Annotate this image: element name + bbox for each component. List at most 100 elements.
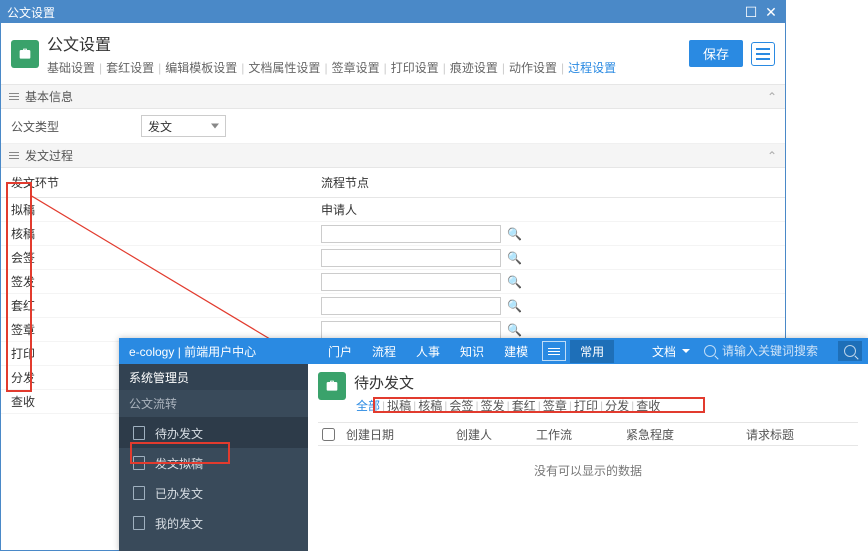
maximize-button[interactable]: ☐ xyxy=(743,4,759,20)
search-icon[interactable]: 🔍 xyxy=(507,227,522,241)
node-value: 申请人 xyxy=(321,201,775,218)
doc-type-select[interactable]: 发文 xyxy=(141,115,226,137)
chevron-up-icon[interactable]: ⌃ xyxy=(767,149,777,163)
search-icon[interactable]: 🔍 xyxy=(507,275,522,289)
col-workflow: 工作流 xyxy=(528,426,618,443)
grid-row: 套红🔍 xyxy=(1,294,785,318)
search-icon[interactable]: 🔍 xyxy=(507,299,522,313)
save-button[interactable]: 保存 xyxy=(689,40,743,67)
tab-7[interactable]: 动作设置 xyxy=(509,61,557,75)
content-title: 待办发文 xyxy=(354,372,662,393)
content-header: 待办发文 全部|拟稿|核稿|会签|签发|套红|签章|打印|分发|查收 xyxy=(318,372,858,414)
tab-8[interactable]: 过程设置 xyxy=(568,61,616,75)
no-data-text: 没有可以显示的数据 xyxy=(318,446,858,495)
node-input[interactable] xyxy=(321,225,501,243)
nav-item[interactable]: 人事 xyxy=(406,345,450,359)
sidebar-item-label: 待办发文 xyxy=(155,425,203,442)
doc-type-label: 公文类型 xyxy=(11,118,141,135)
document-icon xyxy=(133,486,145,500)
stage-label: 签发 xyxy=(11,273,321,290)
table-header: 创建日期 创建人 工作流 紧急程度 请求标题 xyxy=(318,422,858,446)
grid-col-node: 流程节点 xyxy=(321,174,369,191)
filter-tab[interactable]: 查收 xyxy=(636,399,660,413)
col-date: 创建日期 xyxy=(338,426,448,443)
nav-item[interactable]: 门户 xyxy=(318,345,362,359)
nav-item[interactable]: 流程 xyxy=(362,345,406,359)
filter-tab[interactable]: 套红 xyxy=(512,399,536,413)
dialog-titlebar: 公文设置 ☐ ✕ xyxy=(1,1,785,23)
section-process[interactable]: 发文过程 ⌃ xyxy=(1,144,785,168)
admin-name: 系统管理员 xyxy=(119,364,308,390)
close-button[interactable]: ✕ xyxy=(763,4,779,20)
grid-row: 核稿 🔍 xyxy=(1,222,785,246)
tab-6[interactable]: 痕迹设置 xyxy=(450,61,498,75)
stage-label: 会签 xyxy=(11,249,321,266)
tab-3[interactable]: 文档属性设置 xyxy=(248,61,320,75)
filter-tab[interactable]: 分发 xyxy=(605,399,629,413)
nav-doc-dropdown[interactable]: 文档 xyxy=(644,340,698,363)
tab-1[interactable]: 套红设置 xyxy=(106,61,154,75)
portal-main: 门户流程人事知识建模 常用 文档 待办发文 全部|拟稿|核稿|会签|签发|套红|… xyxy=(308,338,868,551)
portal-window: e-cology | 前端用户中心 系统管理员 公文流转 待办发文发文拟稿已办发… xyxy=(119,338,868,551)
grid-row: 签发 🔍 xyxy=(1,270,785,294)
content-tabs: 全部|拟稿|核稿|会签|签发|套红|签章|打印|分发|查收 xyxy=(354,397,662,414)
grid-header: 发文环节 流程节点 xyxy=(1,168,785,198)
section-basic[interactable]: 基本信息 ⌃ xyxy=(1,85,785,109)
node-input[interactable] xyxy=(321,297,501,315)
sidebar-item[interactable]: 已办发文 xyxy=(119,478,308,508)
nav-menu-icon[interactable] xyxy=(542,341,566,361)
sidebar-item-label: 我的发文 xyxy=(155,515,203,532)
tab-0[interactable]: 基础设置 xyxy=(47,61,95,75)
filter-tab[interactable]: 核稿 xyxy=(418,399,442,413)
section-process-label: 发文过程 xyxy=(25,147,73,164)
filter-tab[interactable]: 会签 xyxy=(449,399,473,413)
page-title: 公文设置 xyxy=(47,31,689,55)
grid-row: 拟稿申请人 xyxy=(1,198,785,222)
node-input[interactable] xyxy=(321,273,501,291)
sidebar-item-label: 已办发文 xyxy=(155,485,203,502)
filter-tab[interactable]: 拟稿 xyxy=(387,399,411,413)
list-icon xyxy=(9,93,19,100)
sidebar: e-cology | 前端用户中心 系统管理员 公文流转 待办发文发文拟稿已办发… xyxy=(119,338,308,551)
sidebar-item-label: 发文拟稿 xyxy=(155,455,203,472)
search-button[interactable] xyxy=(838,341,862,361)
col-title: 请求标题 xyxy=(738,426,858,443)
nav-item[interactable]: 知识 xyxy=(450,345,494,359)
header-tabs: 基础设置|套红设置|编辑模板设置|文档属性设置|签章设置|打印设置|痕迹设置|动… xyxy=(47,59,689,76)
chevron-up-icon[interactable]: ⌃ xyxy=(767,90,777,104)
search-icon xyxy=(704,345,716,357)
section-basic-label: 基本信息 xyxy=(25,88,73,105)
nav-item[interactable]: 建模 xyxy=(494,345,538,359)
stage-label: 签章 xyxy=(11,321,321,338)
portal-brand: e-cology | 前端用户中心 xyxy=(119,338,308,364)
stage-label: 拟稿 xyxy=(11,201,321,218)
search-input[interactable] xyxy=(722,344,832,358)
filter-tab[interactable]: 打印 xyxy=(574,399,598,413)
tab-2[interactable]: 编辑模板设置 xyxy=(165,61,237,75)
tab-4[interactable]: 签章设置 xyxy=(332,61,380,75)
filter-tab[interactable]: 签发 xyxy=(481,399,505,413)
search-icon xyxy=(844,345,856,357)
document-icon xyxy=(133,516,145,530)
grid-row: 会签 🔍 xyxy=(1,246,785,270)
list-menu-icon[interactable] xyxy=(751,42,775,66)
briefcase-icon xyxy=(318,372,346,400)
filter-tab[interactable]: 签章 xyxy=(543,399,567,413)
filter-tab[interactable]: 全部 xyxy=(356,399,380,413)
sidebar-item[interactable]: 发文拟稿 xyxy=(119,448,308,478)
stage-label: 核稿 xyxy=(11,225,321,242)
sidebar-group[interactable]: 公文流转 xyxy=(119,390,308,418)
select-all-checkbox[interactable] xyxy=(322,428,335,441)
tab-5[interactable]: 打印设置 xyxy=(391,61,439,75)
nav-common[interactable]: 常用 xyxy=(570,340,614,363)
grid-col-stage: 发文环节 xyxy=(11,174,321,191)
list-icon xyxy=(9,152,19,159)
col-creator: 创建人 xyxy=(448,426,528,443)
node-input[interactable] xyxy=(321,321,501,339)
sidebar-item[interactable]: 我的发文 xyxy=(119,508,308,538)
briefcase-icon xyxy=(11,40,39,68)
sidebar-item[interactable]: 待办发文 xyxy=(119,418,308,448)
search-icon[interactable]: 🔍 xyxy=(507,323,522,337)
search-icon[interactable]: 🔍 xyxy=(507,251,522,265)
node-input[interactable] xyxy=(321,249,501,267)
